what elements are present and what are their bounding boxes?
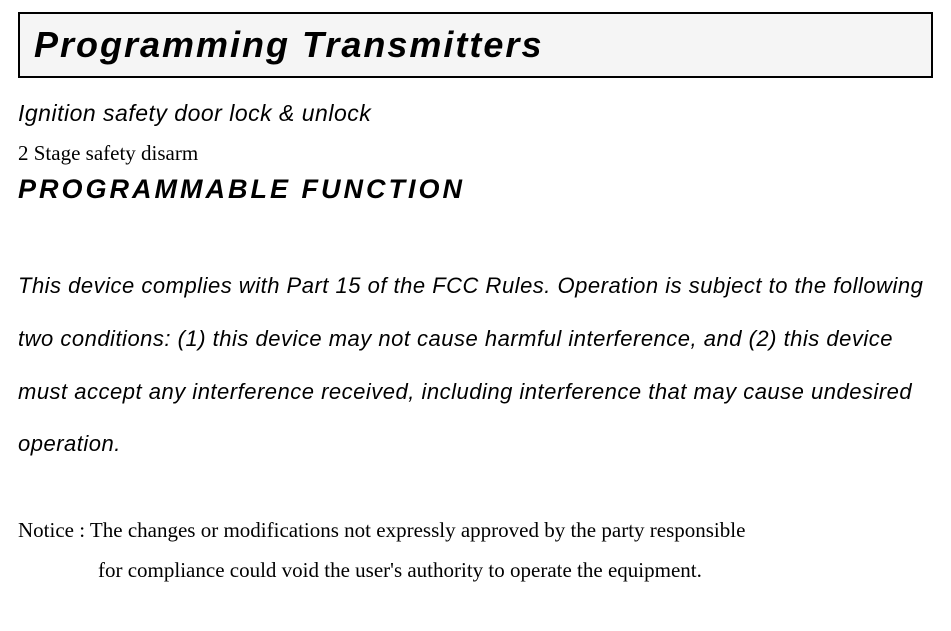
page-title: Programming Transmitters [34, 24, 917, 66]
fcc-paragraph: This device complies with Part 15 of the… [18, 260, 933, 471]
title-box: Programming Transmitters [18, 12, 933, 78]
stage-line: 2 Stage safety disarm [18, 141, 933, 166]
notice-line-2: for compliance could void the user's aut… [18, 551, 933, 591]
ignition-line: Ignition safety door lock & unlock [18, 100, 933, 127]
notice-block: Notice : The changes or modifications no… [18, 511, 933, 591]
section-heading: PROGRAMMABLE FUNCTION [18, 174, 933, 205]
notice-line-1: Notice : The changes or modifications no… [18, 511, 933, 551]
